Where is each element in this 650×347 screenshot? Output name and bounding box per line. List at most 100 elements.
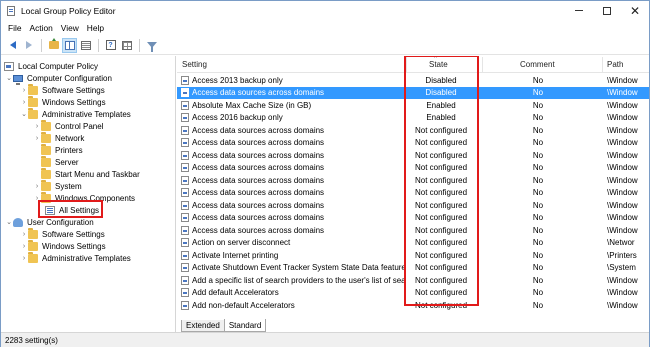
tree-item-user-software-settings[interactable]: › Software Settings bbox=[20, 227, 105, 240]
expand-chevron-icon[interactable]: › bbox=[20, 84, 28, 96]
user-icon bbox=[13, 217, 23, 227]
policy-setting-icon bbox=[181, 250, 189, 260]
up-level-button[interactable] bbox=[46, 38, 61, 53]
setting-name: Access data sources across domains bbox=[192, 188, 325, 198]
column-header-setting[interactable]: Setting bbox=[182, 56, 207, 73]
expand-chevron-icon[interactable]: › bbox=[20, 228, 28, 240]
close-button[interactable]: ✕ bbox=[621, 1, 649, 20]
comment-cell: No bbox=[532, 188, 544, 198]
comment-cell: No bbox=[532, 100, 544, 110]
tree-item-windows-settings[interactable]: › Windows Settings bbox=[20, 95, 106, 108]
setting-cell: Absolute Max Cache Size (in GB) bbox=[181, 99, 405, 112]
tree-item-start-menu-and-taskbar[interactable]: Start Menu and Taskbar bbox=[41, 167, 140, 180]
expand-chevron-icon[interactable]: › bbox=[33, 132, 41, 144]
back-arrow-icon bbox=[9, 41, 16, 49]
tree-label: Windows Settings bbox=[42, 97, 106, 107]
path-cell: \System bbox=[607, 263, 636, 273]
setting-cell: Access data sources across domains bbox=[181, 137, 405, 150]
minimize-icon bbox=[575, 10, 583, 11]
expand-chevron-icon[interactable]: › bbox=[20, 240, 28, 252]
tree-item-user-windows-settings[interactable]: › Windows Settings bbox=[20, 239, 106, 252]
column-divider[interactable] bbox=[602, 57, 603, 72]
comment-cell: No bbox=[532, 300, 544, 310]
show-hide-tree-button[interactable] bbox=[62, 37, 77, 53]
path-cell: \Window bbox=[607, 150, 638, 160]
tab-extended[interactable]: Extended bbox=[181, 320, 225, 332]
tree-item-user-configuration[interactable]: ⌄ User Configuration bbox=[5, 216, 94, 228]
setting-cell: Access data sources across domains bbox=[181, 212, 405, 225]
menu-action[interactable]: Action bbox=[26, 23, 57, 33]
policy-setting-icon bbox=[181, 113, 189, 123]
expand-chevron-icon[interactable]: › bbox=[20, 96, 28, 108]
expand-chevron-icon[interactable]: › bbox=[33, 120, 41, 132]
title-bar: Local Group Policy Editor ✕ bbox=[1, 1, 649, 20]
forward-button[interactable] bbox=[21, 38, 36, 53]
path-cell: \Window bbox=[607, 138, 638, 148]
setting-cell: Access data sources across domains bbox=[181, 174, 405, 187]
policy-setting-icon bbox=[181, 275, 189, 285]
tree-item-control-panel[interactable]: › Control Panel bbox=[33, 119, 103, 132]
comment-cell: No bbox=[532, 225, 544, 235]
column-divider[interactable] bbox=[482, 57, 483, 72]
folder-icon bbox=[28, 239, 38, 251]
setting-cell: Action on server disconnect bbox=[181, 237, 405, 250]
menu-help[interactable]: Help bbox=[83, 23, 108, 33]
expand-chevron-icon[interactable]: › bbox=[20, 252, 28, 264]
policy-setting-icon bbox=[181, 238, 189, 248]
comment-cell: No bbox=[532, 250, 544, 260]
tree-item-administrative-templates[interactable]: ⌄ Administrative Templates bbox=[20, 107, 131, 120]
folder-icon bbox=[41, 119, 51, 131]
folder-icon bbox=[41, 131, 51, 143]
tree-item-local-computer-policy[interactable]: Local Computer Policy bbox=[4, 60, 98, 72]
tree-item-server[interactable]: Server bbox=[41, 155, 79, 168]
path-cell: \Window bbox=[607, 88, 638, 98]
path-cell: \Window bbox=[607, 300, 638, 310]
menu-file[interactable]: File bbox=[4, 23, 26, 33]
tree-label: System bbox=[55, 181, 82, 191]
tree-item-system[interactable]: › System bbox=[33, 179, 82, 192]
setting-name: Access data sources across domains bbox=[192, 125, 325, 135]
tree-item-network[interactable]: › Network bbox=[33, 131, 84, 144]
tree-item-computer-configuration[interactable]: ⌄ Computer Configuration bbox=[5, 72, 112, 85]
setting-name: Activate Shutdown Event Tracker System S… bbox=[192, 263, 405, 273]
menu-view[interactable]: View bbox=[57, 23, 83, 33]
tab-standard[interactable]: Standard bbox=[223, 319, 267, 332]
toolbar-separator bbox=[41, 38, 42, 52]
export-list-button[interactable] bbox=[78, 38, 93, 53]
expand-chevron-icon[interactable]: › bbox=[33, 180, 41, 192]
column-header-path[interactable]: Path bbox=[607, 56, 623, 73]
collapse-chevron-icon[interactable]: ⌄ bbox=[5, 72, 13, 84]
collapse-chevron-icon[interactable]: ⌄ bbox=[5, 216, 13, 228]
minimize-button[interactable] bbox=[565, 1, 593, 20]
tree-item-printers[interactable]: Printers bbox=[41, 143, 83, 156]
tree-label: Software Settings bbox=[42, 229, 105, 239]
comment-cell: No bbox=[532, 288, 544, 298]
comment-cell: No bbox=[532, 238, 544, 248]
tree-item-software-settings[interactable]: › Software Settings bbox=[20, 83, 105, 96]
policy-setting-icon bbox=[181, 213, 189, 223]
column-header-comment[interactable]: Comment bbox=[520, 56, 555, 73]
collapse-chevron-icon[interactable]: ⌄ bbox=[20, 108, 28, 120]
policy-setting-icon bbox=[181, 88, 189, 98]
tree-label: Start Menu and Taskbar bbox=[55, 169, 140, 179]
help-button[interactable]: ? bbox=[103, 38, 118, 53]
tree-item-user-administrative-templates[interactable]: › Administrative Templates bbox=[20, 251, 131, 264]
path-cell: \Window bbox=[607, 75, 638, 85]
maximize-button[interactable] bbox=[593, 1, 621, 20]
policy-setting-icon bbox=[181, 263, 189, 273]
back-button[interactable] bbox=[5, 38, 20, 53]
path-cell: \Window bbox=[607, 113, 638, 123]
computer-icon bbox=[13, 74, 23, 85]
app-window: Local Group Policy Editor ✕ File Action … bbox=[0, 0, 650, 347]
comment-cell: No bbox=[532, 175, 544, 185]
forward-arrow-icon bbox=[25, 41, 32, 49]
help-icon: ? bbox=[105, 40, 116, 50]
path-cell: \Window bbox=[607, 213, 638, 223]
policy-setting-icon bbox=[181, 300, 189, 310]
tree-label: Administrative Templates bbox=[42, 253, 131, 263]
properties-button[interactable] bbox=[119, 38, 134, 53]
filter-button[interactable] bbox=[144, 38, 159, 53]
export-list-icon bbox=[80, 40, 91, 50]
tree-label: Local Computer Policy bbox=[18, 61, 99, 71]
setting-name: Access 2013 backup only bbox=[192, 75, 283, 85]
